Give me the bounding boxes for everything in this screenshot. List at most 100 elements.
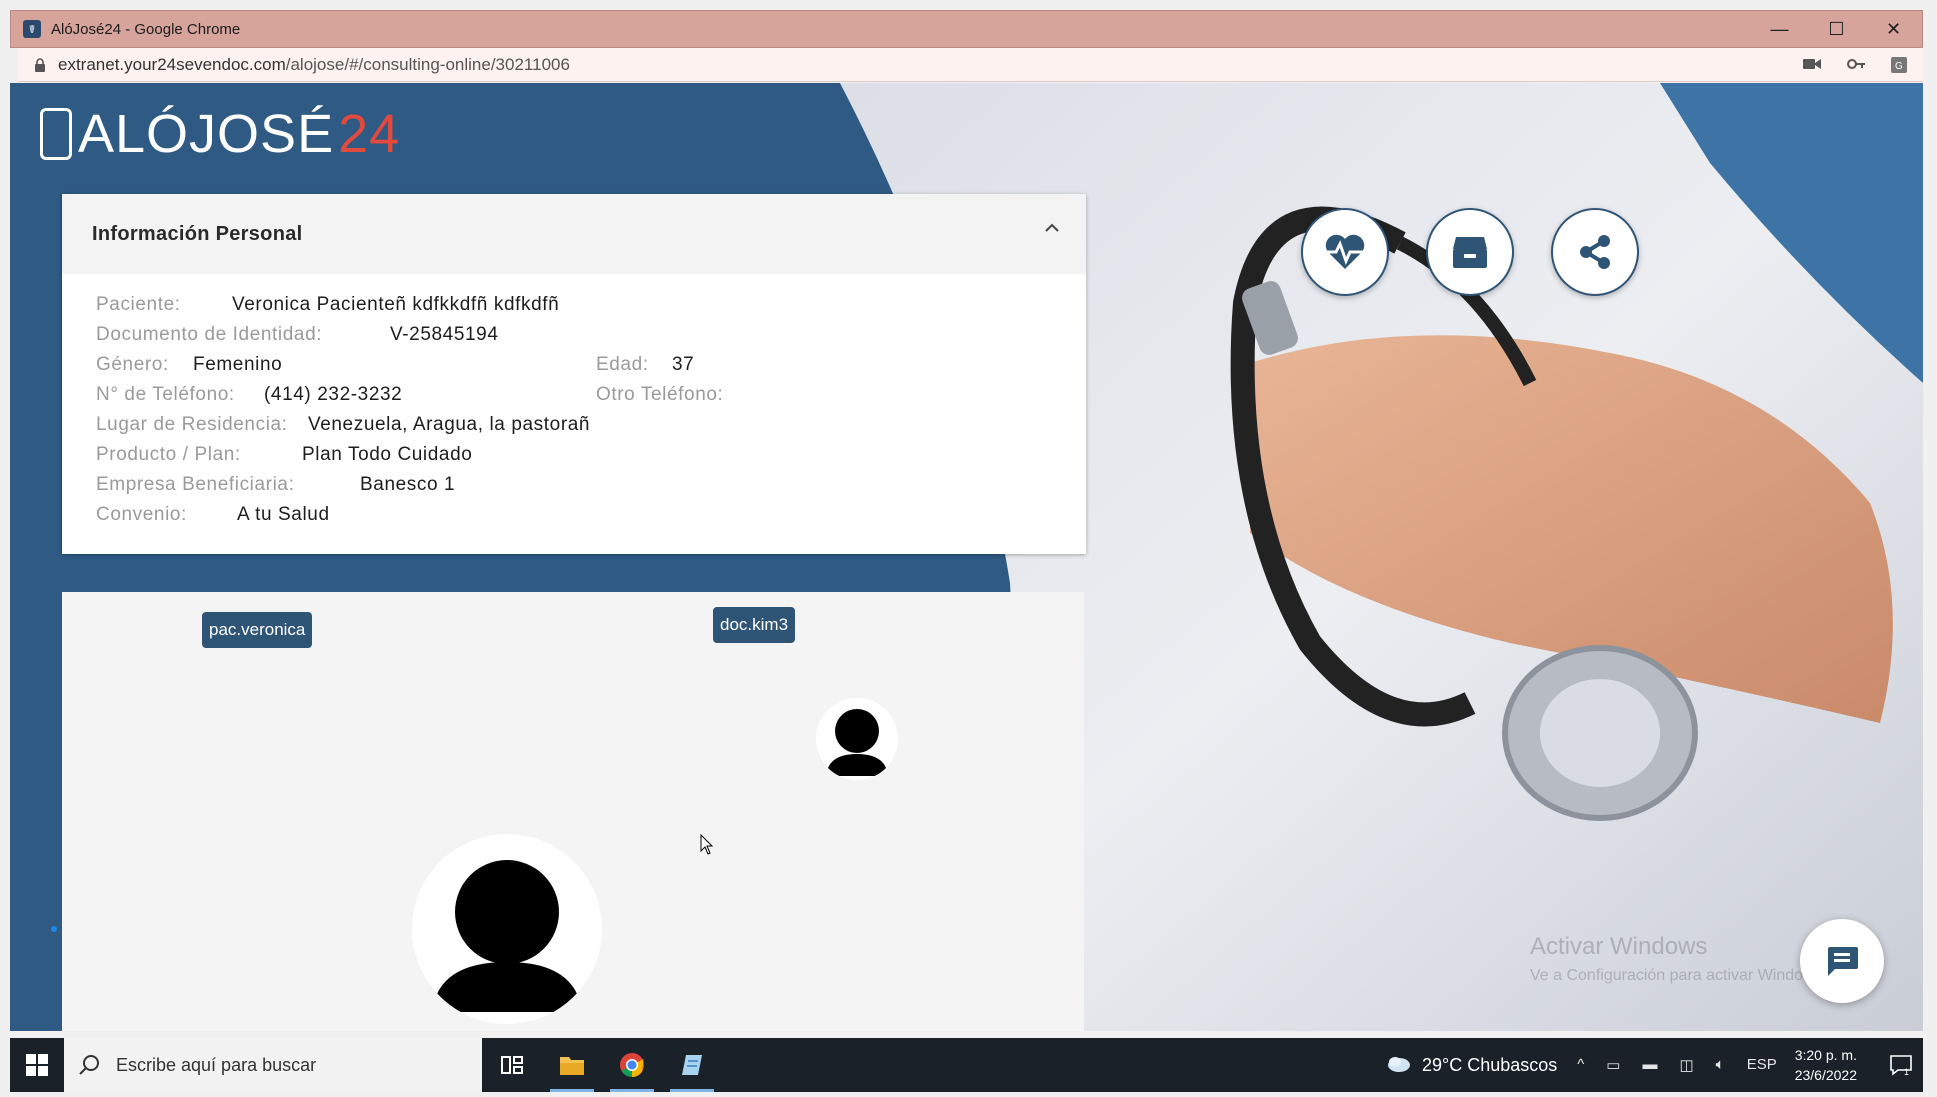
url-text[interactable]: extranet.your24sevendoc.com/alojose/#/co…: [58, 55, 570, 75]
brand-logo[interactable]: ALÓJOSÉ 24: [40, 103, 400, 165]
file-explorer-button[interactable]: [542, 1038, 602, 1092]
residence-row: Lugar de Residencia: Venezuela, Aragua, …: [96, 414, 1086, 444]
key-icon[interactable]: [1847, 57, 1865, 71]
personal-info-header[interactable]: Información Personal: [62, 194, 1086, 274]
gender-label: Género:: [96, 354, 169, 375]
web-page: ALÓJOSÉ 24 Información Personal Paciente:…: [10, 83, 1923, 1031]
brand-number: 24: [338, 104, 401, 164]
maximize-button[interactable]: ☐: [1808, 11, 1865, 47]
id-label: Documento de Identidad:: [96, 324, 323, 345]
patient-value: Veronica Pacienteñ kdfkkdfñ kdfkdfñ: [232, 294, 560, 315]
weather-widget[interactable]: 29°C Chubascos: [1386, 1055, 1557, 1076]
mouse-cursor-icon: [700, 834, 714, 855]
translate-icon[interactable]: G: [1891, 56, 1907, 73]
notification-center-button[interactable]: 1: [1879, 1054, 1923, 1076]
weather-text: 29°C Chubascos: [1421, 1054, 1558, 1075]
doctor-video-tag: doc.kim3: [713, 607, 796, 643]
heart-pulse-icon: [1325, 234, 1365, 269]
lock-icon: [35, 57, 45, 72]
personal-info-fields: Paciente: Veronica Pacienteñ kdfkkdfñ kd…: [62, 274, 1086, 534]
search-icon: [79, 1055, 99, 1075]
gender-value: Femenino: [193, 354, 283, 375]
stethoscope-logo-icon: [40, 108, 72, 160]
chat-bubble-icon: [1828, 947, 1858, 976]
clock-date: 23/6/2022: [1794, 1067, 1857, 1083]
personal-info-card: Información Personal Paciente: Veronica …: [62, 194, 1086, 554]
minimize-button[interactable]: —: [1751, 11, 1808, 47]
company-label: Empresa Beneficiaria:: [96, 474, 295, 495]
windows-logo-icon: [26, 1054, 48, 1076]
clock-time: 3:20 p. m.: [1794, 1047, 1857, 1063]
gender-age-row: Género: Femenino Edad: 37: [96, 354, 1086, 384]
notepad-icon: [682, 1055, 702, 1075]
video-call-panel: pac.veronica doc.kim3: [62, 592, 1084, 1031]
id-row: Documento de Identidad: V-25845194: [96, 324, 1086, 354]
patient-label: Paciente:: [96, 294, 181, 315]
search-placeholder: Escribe aquí para buscar: [116, 1054, 317, 1075]
folder-icon: [560, 1057, 584, 1075]
side-indicator-dot: [51, 926, 57, 932]
chrome-icon: [620, 1053, 644, 1077]
taskbar-search-box[interactable]: Escribe aquí para buscar: [64, 1038, 482, 1092]
plan-label: Producto / Plan:: [96, 444, 241, 465]
company-row: Empresa Beneficiaria: Banesco 1: [96, 474, 1086, 504]
doctor-avatar: [816, 698, 898, 780]
personal-info-title: Información Personal: [92, 222, 303, 245]
url-path: /alojose/#/consulting-online/30211006: [285, 54, 570, 74]
url-host: extranet.your24sevendoc.com: [58, 54, 286, 74]
share-button[interactable]: [1551, 208, 1639, 296]
patient-row: Paciente: Veronica Pacienteñ kdfkkdfñ kd…: [96, 294, 1086, 324]
chevron-up-tray-icon[interactable]: ^: [1577, 1056, 1584, 1074]
residence-label: Lugar de Residencia:: [96, 414, 288, 435]
app-favicon-icon: ☤: [23, 20, 41, 38]
agreement-label: Convenio:: [96, 504, 187, 525]
windows-taskbar: Escribe aquí para buscar 29°C Chubascos …: [10, 1038, 1923, 1092]
address-bar[interactable]: extranet.your24sevendoc.com/alojose/#/co…: [18, 48, 1923, 82]
network-icon[interactable]: ▭: [1606, 1056, 1620, 1074]
battery-icon[interactable]: ▬: [1642, 1056, 1657, 1074]
patient-avatar: [412, 834, 602, 1024]
notepad-button[interactable]: [662, 1038, 722, 1092]
svg-text:G: G: [1895, 61, 1903, 72]
agreement-row: Convenio: A tu Salud: [96, 504, 1086, 534]
records-button[interactable]: [1426, 208, 1514, 296]
agreement-value: A tu Salud: [237, 504, 330, 525]
camera-icon[interactable]: [1803, 57, 1821, 71]
id-value: V-25845194: [390, 324, 499, 345]
watermark-line1: Activar Windows: [1530, 933, 1708, 960]
archive-box-icon: [1453, 237, 1487, 268]
phone-value: (414) 232-3232: [264, 384, 403, 405]
health-button[interactable]: [1301, 208, 1389, 296]
share-icon: [1580, 235, 1610, 269]
chevron-up-icon[interactable]: [1044, 222, 1060, 234]
display-icon[interactable]: ◫: [1679, 1056, 1693, 1074]
residence-value: Venezuela, Aragua, la pastorañ: [308, 414, 591, 435]
watermark-line2: Ve a Configuración para activar Windows.: [1530, 967, 1828, 984]
windows-activation-watermark: Activar Windows Ve a Configuración para …: [1530, 933, 1827, 985]
task-view-icon: [501, 1056, 523, 1074]
browser-titlebar: ☤ AlóJosé24 - Google Chrome — ☐ ✕: [10, 10, 1923, 48]
patient-video-tag: pac.veronica: [202, 612, 313, 648]
start-button[interactable]: [10, 1038, 64, 1092]
close-button[interactable]: ✕: [1865, 11, 1922, 47]
system-clock[interactable]: 3:20 p. m. 23/6/2022: [1795, 1045, 1857, 1085]
age-label: Edad:: [596, 354, 649, 375]
user-silhouette-icon: [826, 709, 888, 776]
plan-row: Producto / Plan: Plan Todo Cuidado: [96, 444, 1086, 474]
notification-count: 1: [1904, 1067, 1909, 1076]
volume-icon[interactable]: 🔈︎: [1716, 1056, 1725, 1074]
phone-row: N° de Teléfono: (414) 232-3232 Otro Telé…: [96, 384, 1086, 414]
language-indicator[interactable]: ESP: [1747, 1056, 1777, 1074]
company-value: Banesco 1: [360, 474, 456, 495]
phone-label: N° de Teléfono:: [96, 384, 235, 405]
plan-value: Plan Todo Cuidado: [302, 444, 473, 465]
task-view-button[interactable]: [482, 1038, 542, 1092]
chat-button[interactable]: [1800, 919, 1884, 1003]
other-phone-label: Otro Teléfono:: [596, 384, 724, 405]
chrome-button[interactable]: [602, 1038, 662, 1092]
brand-name: ALÓJOSÉ: [78, 104, 335, 164]
age-value: 37: [672, 354, 695, 375]
cloud-rain-icon: [1387, 1057, 1410, 1072]
user-silhouette-icon: [432, 860, 582, 1012]
window-title: AlóJosé24 - Google Chrome: [51, 20, 241, 38]
